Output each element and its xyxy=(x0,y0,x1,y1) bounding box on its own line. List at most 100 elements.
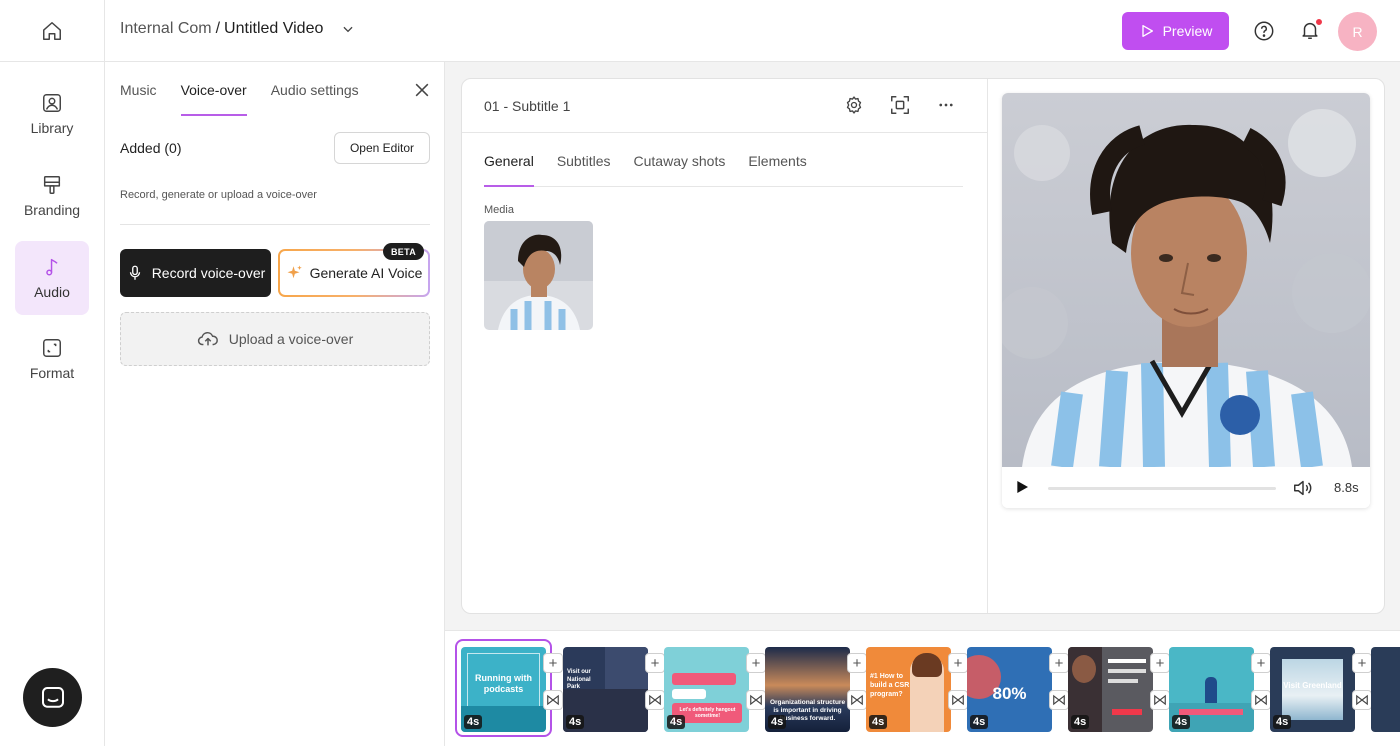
transition-icon xyxy=(1053,694,1065,706)
scene-duration: 4s xyxy=(1172,715,1191,729)
scene-duration: 4s xyxy=(970,715,989,729)
preview-frame[interactable] xyxy=(1002,93,1370,467)
timeline-scene[interactable]: 4s xyxy=(1068,647,1153,732)
sidebar-item-label: Audio xyxy=(34,284,70,300)
transition-button[interactable] xyxy=(1049,690,1069,710)
tab-audio-settings[interactable]: Audio settings xyxy=(271,62,359,117)
timeline-scene[interactable]: Let's definitely hangout sometime! 4s xyxy=(664,647,749,732)
more-options-button[interactable] xyxy=(934,93,958,117)
transition-icon xyxy=(547,694,559,706)
sidebar-item-audio[interactable]: Audio xyxy=(15,241,89,315)
audio-tabs: Music Voice-over Audio settings xyxy=(120,62,359,117)
tab-elements[interactable]: Elements xyxy=(748,133,806,186)
transition-icon xyxy=(750,694,762,706)
help-button[interactable] xyxy=(1252,19,1276,43)
timeline-scene[interactable]: Organizational structure is important in… xyxy=(765,647,850,732)
audio-panel: Music Voice-over Audio settings Added (0… xyxy=(105,62,445,746)
transition-icon xyxy=(1154,694,1166,706)
media-thumbnail[interactable] xyxy=(484,221,593,330)
add-scene-button[interactable]: + xyxy=(746,653,766,673)
notification-dot xyxy=(1315,18,1323,26)
beta-badge: BETA xyxy=(383,243,424,260)
preview-button[interactable]: Preview xyxy=(1122,12,1229,50)
transition-button[interactable] xyxy=(543,690,563,710)
transition-icon xyxy=(1356,694,1368,706)
close-panel-button[interactable] xyxy=(412,80,432,100)
play-icon xyxy=(1017,481,1028,493)
transition-icon xyxy=(851,694,863,706)
add-scene-button[interactable]: + xyxy=(645,653,665,673)
cloud-upload-icon xyxy=(197,331,218,346)
avatar[interactable]: R xyxy=(1338,12,1377,51)
chat-icon xyxy=(41,686,64,708)
record-voice-over-button[interactable]: Record voice-over xyxy=(120,249,271,297)
transition-button[interactable] xyxy=(1352,690,1372,710)
swap-frame-icon xyxy=(891,96,909,114)
timeline-scene-partial[interactable] xyxy=(1371,647,1400,732)
chevron-down-icon xyxy=(343,26,353,33)
playback-progress-bar[interactable] xyxy=(1048,487,1276,490)
sidebar-item-label: Library xyxy=(30,120,74,136)
workspace: 01 - Subtitle 1 General Subtitles Cutawa… xyxy=(445,62,1400,746)
scene-text: Visit Greenland xyxy=(1283,681,1342,690)
title-dropdown[interactable] xyxy=(341,22,355,36)
tab-subtitles[interactable]: Subtitles xyxy=(557,133,611,186)
scene-duration: 4s xyxy=(768,715,787,729)
sidebar-item-branding[interactable]: Branding xyxy=(15,159,89,233)
scene-settings-button[interactable] xyxy=(842,93,866,117)
scene-text: Visit our National Park xyxy=(567,669,591,690)
add-scene-button[interactable]: + xyxy=(1049,653,1069,673)
tab-general[interactable]: General xyxy=(484,133,534,187)
transition-button[interactable] xyxy=(1251,690,1271,710)
scene-tabs: General Subtitles Cutaway shots Elements xyxy=(484,133,963,187)
scene-text: Running with podcasts xyxy=(475,673,532,695)
tab-music[interactable]: Music xyxy=(120,62,157,117)
more-horizontal-icon xyxy=(939,103,953,107)
tab-voice-over[interactable]: Voice-over xyxy=(180,62,247,117)
scene-duration: 4s xyxy=(1273,715,1292,729)
workspace-name[interactable]: Internal Com xyxy=(120,20,212,38)
home-button[interactable] xyxy=(0,0,105,62)
home-icon xyxy=(43,22,61,40)
transition-button[interactable] xyxy=(847,690,867,710)
play-button[interactable] xyxy=(1014,479,1030,495)
add-scene-button[interactable]: + xyxy=(948,653,968,673)
add-scene-button[interactable]: + xyxy=(847,653,867,673)
top-bar: Internal Com / Untitled Video Preview R xyxy=(0,0,1400,62)
timeline-scene[interactable]: 80% 4s xyxy=(967,647,1052,732)
transition-button[interactable] xyxy=(948,690,968,710)
volume-button[interactable] xyxy=(1292,477,1314,499)
left-rail: Library Branding Audio Format xyxy=(0,62,105,746)
scene-editor-card: 01 - Subtitle 1 General Subtitles Cutawa… xyxy=(461,78,1385,614)
transition-icon xyxy=(649,694,661,706)
scene-duration: 4s xyxy=(566,715,585,729)
transition-button[interactable] xyxy=(746,690,766,710)
upload-voice-over-dropzone[interactable]: Upload a voice-over xyxy=(120,312,430,366)
add-scene-button[interactable]: + xyxy=(1352,653,1372,673)
timeline-scene[interactable]: Running with podcasts 4s xyxy=(461,647,546,732)
transition-icon xyxy=(952,694,964,706)
video-title[interactable]: Untitled Video xyxy=(224,20,323,38)
portrait-photo xyxy=(1002,93,1370,467)
generate-label: Generate AI Voice xyxy=(309,265,423,281)
volume-icon xyxy=(1294,480,1312,496)
open-editor-button[interactable]: Open Editor xyxy=(334,132,430,164)
add-scene-button[interactable]: + xyxy=(1150,653,1170,673)
play-outline-icon xyxy=(1141,25,1153,37)
transition-button[interactable] xyxy=(645,690,665,710)
sidebar-item-library[interactable]: Library xyxy=(15,77,89,151)
transition-button[interactable] xyxy=(1150,690,1170,710)
scene-duration: 4s xyxy=(869,715,888,729)
timeline-scene[interactable]: #1 How to build a CSR program? 4s xyxy=(866,647,951,732)
scene-swap-button[interactable] xyxy=(888,93,912,117)
sidebar-item-format[interactable]: Format xyxy=(15,322,89,396)
sidebar-item-label: Format xyxy=(29,365,75,381)
add-scene-button[interactable]: + xyxy=(1251,653,1271,673)
timeline-scene[interactable]: Visit our National Park 4s xyxy=(563,647,648,732)
timeline-scene[interactable]: Visit Greenland 4s xyxy=(1270,647,1355,732)
tab-cutaway-shots[interactable]: Cutaway shots xyxy=(634,133,726,186)
timeline-scene[interactable]: 4s xyxy=(1169,647,1254,732)
add-scene-button[interactable]: + xyxy=(543,653,563,673)
timeline: Running with podcasts 4s + Visit our Nat… xyxy=(445,630,1400,746)
support-chat-button[interactable] xyxy=(23,668,82,727)
